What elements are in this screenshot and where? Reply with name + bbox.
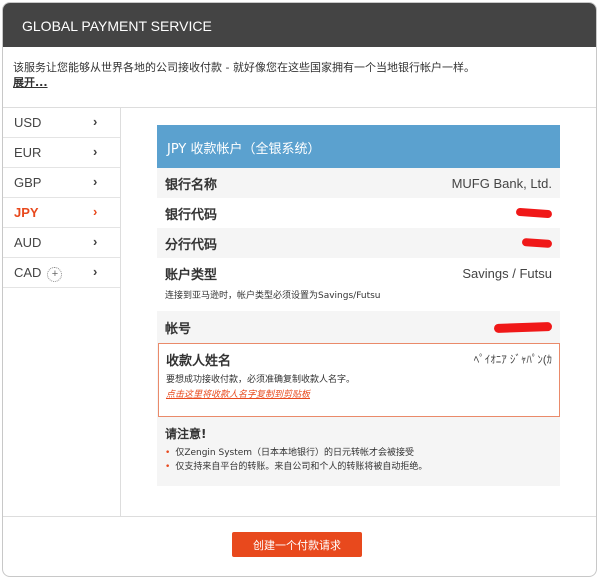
account-type-section: 账户类型 Savings / Futsu 连接到亚马逊时，帐户类型必须设置为Sav… (157, 258, 560, 311)
payee-name-box: 收款人姓名 ﾍﾟｲｵﾆｱ ｼﾞｬﾊﾟﾝ(ｶ 要想成功接收付款，必须准确复制收款人名… (158, 343, 560, 417)
currency-label: USD (14, 115, 42, 130)
chevron-right-icon: › (93, 174, 98, 189)
sidebar-item-gbp[interactable]: GBP › (3, 168, 120, 198)
field-label: 收款人姓名 (166, 353, 232, 369)
field-label: 银行名称 (165, 177, 218, 193)
intro-text: 该服务让您能够从世界各地的公司接收付款 - 就好像您在这些国家拥有一个当地银行帐… (13, 61, 475, 74)
currency-label: EUR (14, 145, 42, 160)
content-area: USD › EUR › GBP › JPY › AUD › CAD + › JPY 收款帐户（… (3, 107, 596, 517)
sidebar-item-jpy[interactable]: JPY › (3, 198, 120, 228)
account-type-value[interactable]: Savings / Futsu (462, 266, 552, 281)
field-label: 分行代码 (165, 237, 218, 253)
panel-title: JPY 收款帐户（全银系统） (157, 125, 560, 168)
branch-code-row: 分行代码 (157, 228, 560, 258)
currency-sidebar: USD › EUR › GBP › JPY › AUD › CAD + › (3, 108, 121, 516)
payee-row: 收款人姓名 ﾍﾟｲｵﾆｱ ｼﾞｬﾊﾟﾝ(ｶ (166, 344, 552, 374)
payee-name-value[interactable]: ﾍﾟｲｵﾆｱ ｼﾞｬﾊﾟﾝ(ｶ (474, 351, 552, 367)
chevron-right-icon: › (93, 114, 98, 129)
currency-label: CAD (14, 265, 42, 280)
bank-code-row: 银行代码 (157, 198, 560, 228)
notice-item: 仅支持来自平台的转账。来自公司和个人的转账将被自动拒绝。 (165, 460, 552, 474)
account-type-row: 账户类型 Savings / Futsu (157, 258, 560, 288)
sidebar-item-aud[interactable]: AUD › (3, 228, 120, 258)
intro: 该服务让您能够从世界各地的公司接收付款 - 就好像您在这些国家拥有一个当地银行帐… (3, 47, 596, 107)
chevron-right-icon: › (93, 264, 98, 279)
sidebar-item-usd[interactable]: USD › (3, 108, 120, 138)
field-label: 银行代码 (165, 207, 218, 223)
copy-payee-link[interactable]: 点击这里将收款人名字复制到剪贴板 (166, 387, 552, 400)
account-panel: JPY 收款帐户（全银系统） 银行名称 MUFG Bank, Ltd. 银行代码 … (157, 125, 560, 486)
expand-link[interactable]: 展开... (13, 75, 48, 90)
chevron-right-icon: › (93, 234, 98, 249)
chevron-right-icon: › (93, 204, 98, 219)
bank-name-row: 银行名称 MUFG Bank, Ltd. (157, 168, 560, 198)
plus-icon[interactable]: + (47, 267, 63, 282)
chevron-right-icon: › (93, 144, 98, 159)
payee-hint: 要想成功接收付款，必须准确复制收款人名字。 (166, 375, 356, 385)
create-payment-request-button[interactable]: 创建一个付款请求 (232, 532, 362, 557)
window-title: GLOBAL PAYMENT SERVICE (22, 18, 212, 34)
redacted-value (493, 321, 553, 333)
notice-section: 请注意! 仅Zengin System（日本本地银行）的日元转帐才会被接受 仅支… (157, 417, 560, 486)
account-type-note: 连接到亚马逊时，帐户类型必须设置为Savings/Futsu (165, 291, 381, 301)
sidebar-item-cad[interactable]: CAD + › (3, 258, 120, 288)
field-label: 帐号 (165, 321, 192, 337)
payment-service-window: GLOBAL PAYMENT SERVICE 该服务让您能够从世界各地的公司接收… (2, 2, 597, 577)
currency-label: AUD (14, 235, 42, 250)
field-label: 账户类型 (165, 267, 218, 283)
window-header: GLOBAL PAYMENT SERVICE (3, 3, 596, 47)
currency-label: GBP (14, 175, 42, 190)
currency-label: JPY (14, 205, 39, 220)
redacted-value (521, 237, 553, 249)
account-number-row: 帐号 (157, 311, 560, 343)
notice-title: 请注意! (165, 427, 207, 441)
notice-item: 仅Zengin System（日本本地银行）的日元转帐才会被接受 (165, 446, 552, 460)
sidebar-item-eur[interactable]: EUR › (3, 138, 120, 168)
redacted-value (515, 207, 553, 219)
bank-name-value[interactable]: MUFG Bank, Ltd. (452, 176, 552, 191)
